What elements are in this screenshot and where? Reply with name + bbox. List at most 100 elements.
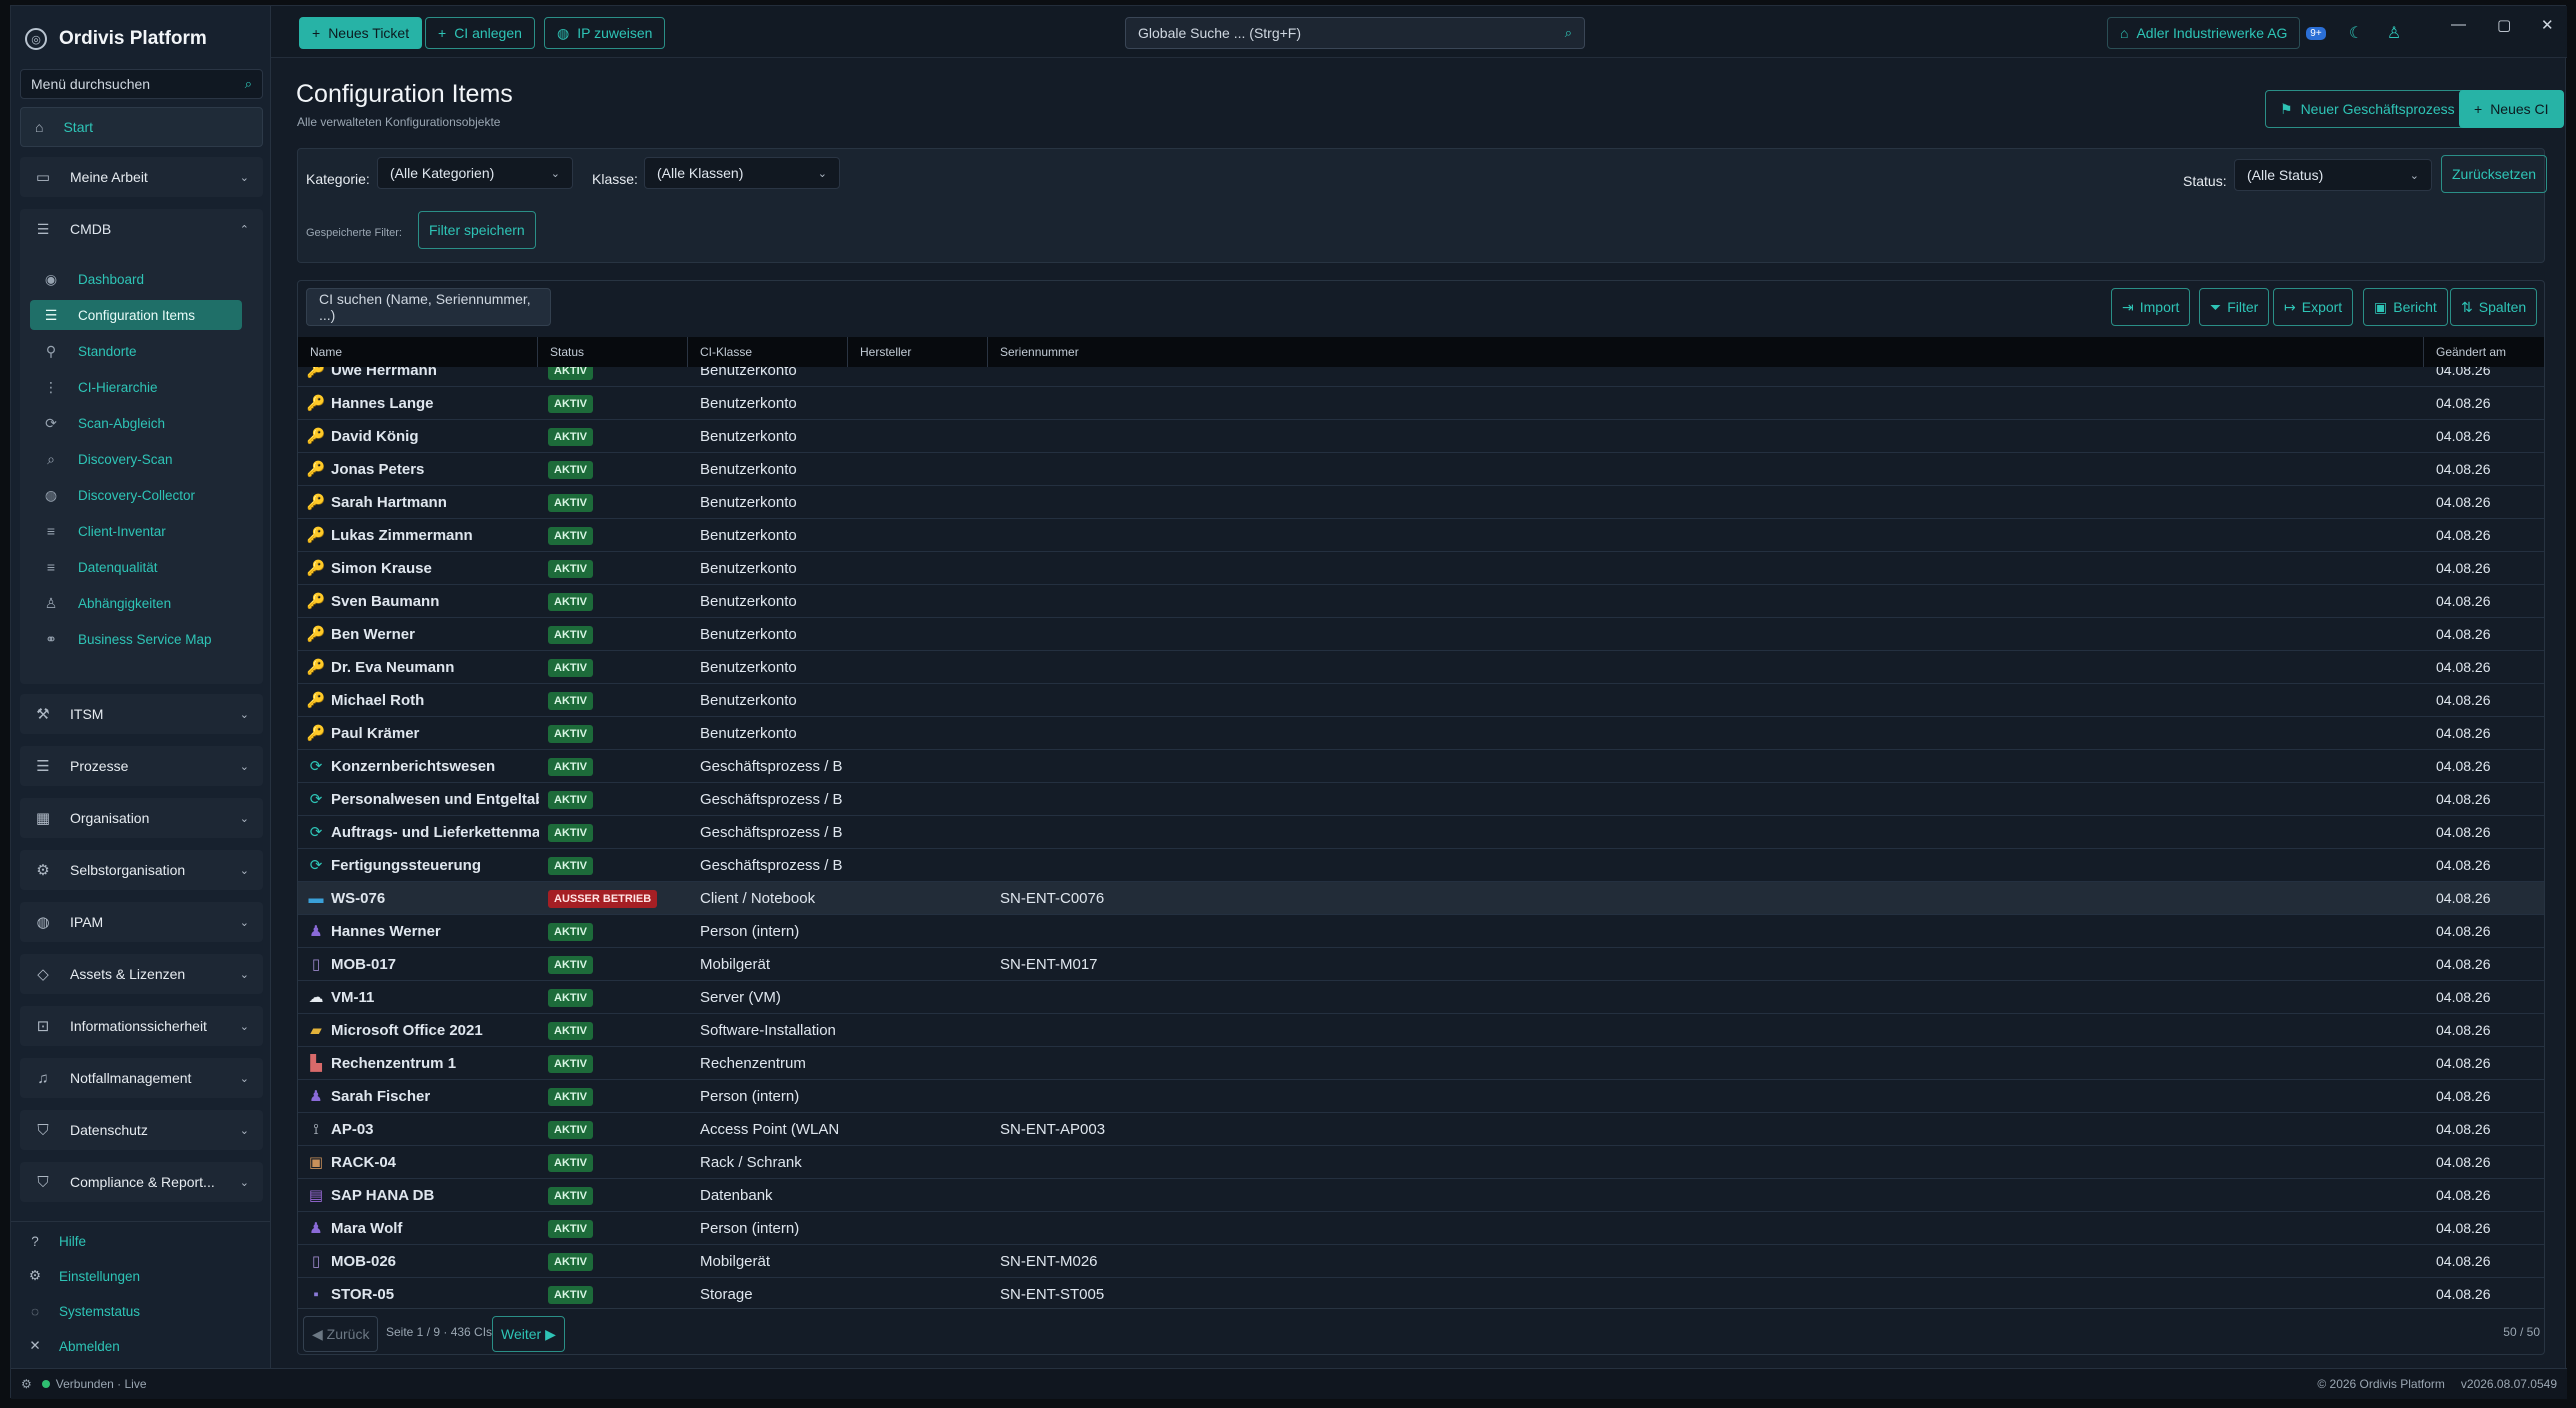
reset-button[interactable]: Zurücksetzen bbox=[2441, 155, 2548, 193]
status-select[interactable]: (Alle Status) ⌄ bbox=[2234, 159, 2432, 191]
sidebar-item-abhaengigkeiten[interactable]: ♙ Abhängigkeiten bbox=[30, 588, 242, 618]
category-select[interactable]: (Alle Kategorien) ⌄ bbox=[377, 157, 573, 189]
columns-button[interactable]: ⇅ Spalten bbox=[2450, 288, 2538, 326]
cell-name: ♟ Mara Wolf bbox=[306, 1212, 539, 1245]
status-badge: AKTIV bbox=[548, 461, 593, 480]
sidebar-item-datenqualitaet[interactable]: ≡ Datenqualität bbox=[30, 552, 242, 582]
sidebar-group-itsm[interactable]: ⚒ ITSM ⌄ bbox=[20, 694, 263, 734]
table-row[interactable]: ▣ RACK-04 AKTIV Rack / Schrank 04.08.26 bbox=[298, 1146, 2544, 1179]
table-row[interactable]: ▯ MOB-026 AKTIV Mobilgerät SN-ENT-M026 04.08.… bbox=[298, 1245, 2544, 1278]
logout-link[interactable]: ✕ Abmelden bbox=[27, 1334, 119, 1358]
system-status-link[interactable]: ◌ Systemstatus bbox=[27, 1299, 140, 1323]
sidebar-item-discovery-scan[interactable]: ⌕ Discovery-Scan bbox=[30, 444, 242, 474]
save-filter-button[interactable]: Filter speichern bbox=[418, 211, 536, 249]
menu-search-input[interactable]: Menü durchsuchen ⌕ bbox=[20, 69, 263, 99]
table-row[interactable]: ♟ Mara Wolf AKTIV Person (intern) 04.08.26 bbox=[298, 1212, 2544, 1245]
table-row[interactable]: 🔑 Sven Baumann AKTIV Benutzerkonto 04.08.26 bbox=[298, 585, 2544, 618]
pager-back-button[interactable]: ◀ Zurück bbox=[303, 1316, 379, 1352]
table-row[interactable]: 🔑 Hannes Lange AKTIV Benutzerkonto 04.08.26 bbox=[298, 387, 2544, 420]
sidebar-item-ci-hierarchie[interactable]: ⋮ CI-Hierarchie bbox=[30, 372, 242, 402]
cell-geaendert-am: 04.08.26 bbox=[2436, 758, 2491, 774]
sidebar-group-prozesse[interactable]: ☰ Prozesse ⌄ bbox=[20, 746, 263, 786]
sidebar-item-configuration-items[interactable]: ☰ Configuration Items bbox=[30, 300, 242, 330]
sidebar-group-datenschutz[interactable]: ⛉ Datenschutz ⌄ bbox=[20, 1110, 263, 1150]
table-row[interactable]: ☁ VM-11 AKTIV Server (VM) 04.08.26 bbox=[298, 981, 2544, 1014]
class-select[interactable]: (Alle Klassen) ⌄ bbox=[644, 157, 840, 189]
new-ci-button[interactable]: + Neues CI bbox=[2459, 90, 2564, 128]
table-row[interactable]: ⟟ AP-03 AKTIV Access Point (WLAN SN-ENT-AP00… bbox=[298, 1113, 2544, 1146]
cell-seriennummer bbox=[1000, 519, 1300, 552]
window-close-icon[interactable]: ✕ bbox=[2541, 16, 2554, 34]
export-button[interactable]: ↦ Export bbox=[2273, 288, 2354, 326]
cell-seriennummer bbox=[1000, 816, 1300, 849]
table-row[interactable]: ⟳ Auftrags- und Lieferkettenman AKTIV Gesch… bbox=[298, 816, 2544, 849]
new-process-button[interactable]: ⚑ Neuer Geschäftsprozess bbox=[2265, 90, 2470, 128]
sidebar-group-notfallmanagement[interactable]: ♫ Notfallmanagement ⌄ bbox=[20, 1058, 263, 1098]
table-row[interactable]: 🔑 Simon Krause AKTIV Benutzerkonto 04.08.26 bbox=[298, 552, 2544, 585]
table-row[interactable]: ▤ SAP HANA DB AKTIV Datenbank 04.08.26 bbox=[298, 1179, 2544, 1212]
brand[interactable]: ◎ Ordivis Platform bbox=[25, 24, 207, 54]
sidebar-item-dashboard[interactable]: ◉ Dashboard bbox=[30, 264, 242, 294]
maximize-icon[interactable]: ▢ bbox=[2497, 16, 2511, 34]
table-row[interactable]: 🔑 Uwe Herrmann AKTIV Benutzerkonto 04.08.26 bbox=[298, 367, 2544, 387]
cell-seriennummer bbox=[1000, 1014, 1300, 1047]
table-row[interactable]: ⟳ Fertigungssteuerung AKTIV Geschäftsprozes… bbox=[298, 849, 2544, 882]
sidebar-item-standorte[interactable]: ⚲ Standorte bbox=[30, 336, 242, 366]
row-name: Ben Werner bbox=[331, 626, 415, 643]
sidebar-group-selbstorganisation[interactable]: ⚙ Selbstorganisation ⌄ bbox=[20, 850, 263, 890]
table-row[interactable]: ▰ Microsoft Office 2021 AKTIV Software-Inst… bbox=[298, 1014, 2544, 1047]
theme-toggle-icon[interactable]: ☾ bbox=[2343, 20, 2369, 46]
table-row[interactable]: 🔑 Ben Werner AKTIV Benutzerkonto 04.08.26 bbox=[298, 618, 2544, 651]
sidebar-item-business-service-map[interactable]: ⚭ Business Service Map bbox=[30, 624, 242, 654]
sidebar-group-meine-arbeit[interactable]: ▭ Meine Arbeit ⌄ bbox=[20, 157, 263, 197]
sidebar-item-start[interactable]: ⌂ Start bbox=[20, 107, 263, 147]
report-button[interactable]: ▣ Bericht bbox=[2363, 288, 2448, 326]
global-search-input[interactable]: Globale Suche ... (Strg+F) ⌕ bbox=[1125, 17, 1585, 49]
sidebar-item-scan-abgleich[interactable]: ⟳ Scan-Abgleich bbox=[30, 408, 242, 438]
sidebar-item-discovery-collector[interactable]: ◍ Discovery-Collector bbox=[30, 480, 242, 510]
sidebar-group-informationssicherheit[interactable]: ⊡ Informationssicherheit ⌄ bbox=[20, 1006, 263, 1046]
settings-link[interactable]: ⚙ Einstellungen bbox=[27, 1264, 140, 1288]
column-header-ci-klasse[interactable]: CI-Klasse bbox=[688, 337, 848, 367]
sidebar-item-label: CI-Hierarchie bbox=[78, 379, 158, 395]
table-row[interactable]: 🔑 Jonas Peters AKTIV Benutzerkonto 04.08.26 bbox=[298, 453, 2544, 486]
column-header-geaendert-am[interactable]: Geändert am bbox=[2424, 337, 2544, 367]
column-header-seriennummer[interactable]: Seriennummer bbox=[988, 337, 2424, 367]
column-header-status[interactable]: Status bbox=[538, 337, 688, 367]
table-row[interactable]: 🔑 Paul Krämer AKTIV Benutzerkonto 04.08.26 bbox=[298, 717, 2544, 750]
column-header-name[interactable]: Name bbox=[298, 337, 538, 367]
help-link[interactable]: ? Hilfe bbox=[27, 1229, 86, 1253]
table-row[interactable]: 🔑 David König AKTIV Benutzerkonto 04.08.26 bbox=[298, 420, 2544, 453]
table-row[interactable]: ⟳ Konzernberichtswesen AKTIV Geschäftsproze… bbox=[298, 750, 2544, 783]
tenant-selector[interactable]: ⌂ Adler Industriewerke AG bbox=[2107, 17, 2301, 49]
import-button[interactable]: ⇥ Import bbox=[2111, 288, 2191, 326]
table-row[interactable]: 🔑 Lukas Zimmermann AKTIV Benutzerkonto 04.08… bbox=[298, 519, 2544, 552]
pager-next-button[interactable]: Weiter ▶ bbox=[492, 1316, 565, 1352]
filter-button[interactable]: ⏷ Filter bbox=[2199, 288, 2270, 326]
table-row[interactable]: ♟ Hannes Werner AKTIV Person (intern) 04.08.… bbox=[298, 915, 2544, 948]
table-row[interactable]: ▪ STOR-05 AKTIV Storage SN-ENT-ST005 04.08.26 bbox=[298, 1278, 2544, 1308]
sidebar-group-cmdb-header[interactable]: ☰ CMDB ⌃ bbox=[20, 209, 263, 249]
table-row[interactable]: ♟ Sarah Fischer AKTIV Person (intern) 04.08.… bbox=[298, 1080, 2544, 1113]
ci-search-input[interactable]: CI suchen (Name, Seriennummer, ...) bbox=[306, 288, 551, 326]
notifications-icon[interactable]: 9+ bbox=[2303, 20, 2329, 46]
sidebar-item-client-inventar[interactable]: ≡ Client-Inventar bbox=[30, 516, 242, 546]
table-row[interactable]: 🔑 Dr. Eva Neumann AKTIV Benutzerkonto 04.08.… bbox=[298, 651, 2544, 684]
sidebar-group-ipam[interactable]: ◍ IPAM ⌄ bbox=[20, 902, 263, 942]
user-icon[interactable]: ♙ bbox=[2381, 20, 2407, 46]
column-header-hersteller[interactable]: Hersteller bbox=[848, 337, 988, 367]
ip-assign-button[interactable]: ◍ IP zuweisen bbox=[544, 17, 666, 49]
table-row[interactable]: ▙ Rechenzentrum 1 AKTIV Rechenzentrum 04.08.… bbox=[298, 1047, 2544, 1080]
cell-seriennummer bbox=[1000, 1179, 1300, 1212]
ci-create-button[interactable]: + CI anlegen bbox=[425, 17, 535, 49]
table-row[interactable]: ⟳ Personalwesen und Entgeltabr AKTIV Geschä… bbox=[298, 783, 2544, 816]
table-row[interactable]: ▬ WS-076 AUSSER BETRIEB Client / Notebook SN… bbox=[298, 882, 2544, 915]
new-ticket-button[interactable]: + Neues Ticket bbox=[299, 17, 423, 49]
table-row[interactable]: 🔑 Sarah Hartmann AKTIV Benutzerkonto 04.08.2… bbox=[298, 486, 2544, 519]
sidebar-group-compliance[interactable]: ⛉ Compliance & Report... ⌄ bbox=[20, 1162, 263, 1202]
sidebar-group-organisation[interactable]: ▦ Organisation ⌄ bbox=[20, 798, 263, 838]
minimize-icon[interactable]: — bbox=[2451, 16, 2466, 33]
table-row[interactable]: ▯ MOB-017 AKTIV Mobilgerät SN-ENT-M017 04.08.… bbox=[298, 948, 2544, 981]
table-row[interactable]: 🔑 Michael Roth AKTIV Benutzerkonto 04.08.26 bbox=[298, 684, 2544, 717]
sidebar-group-assets-lizenzen[interactable]: ◇ Assets & Lizenzen ⌄ bbox=[20, 954, 263, 994]
